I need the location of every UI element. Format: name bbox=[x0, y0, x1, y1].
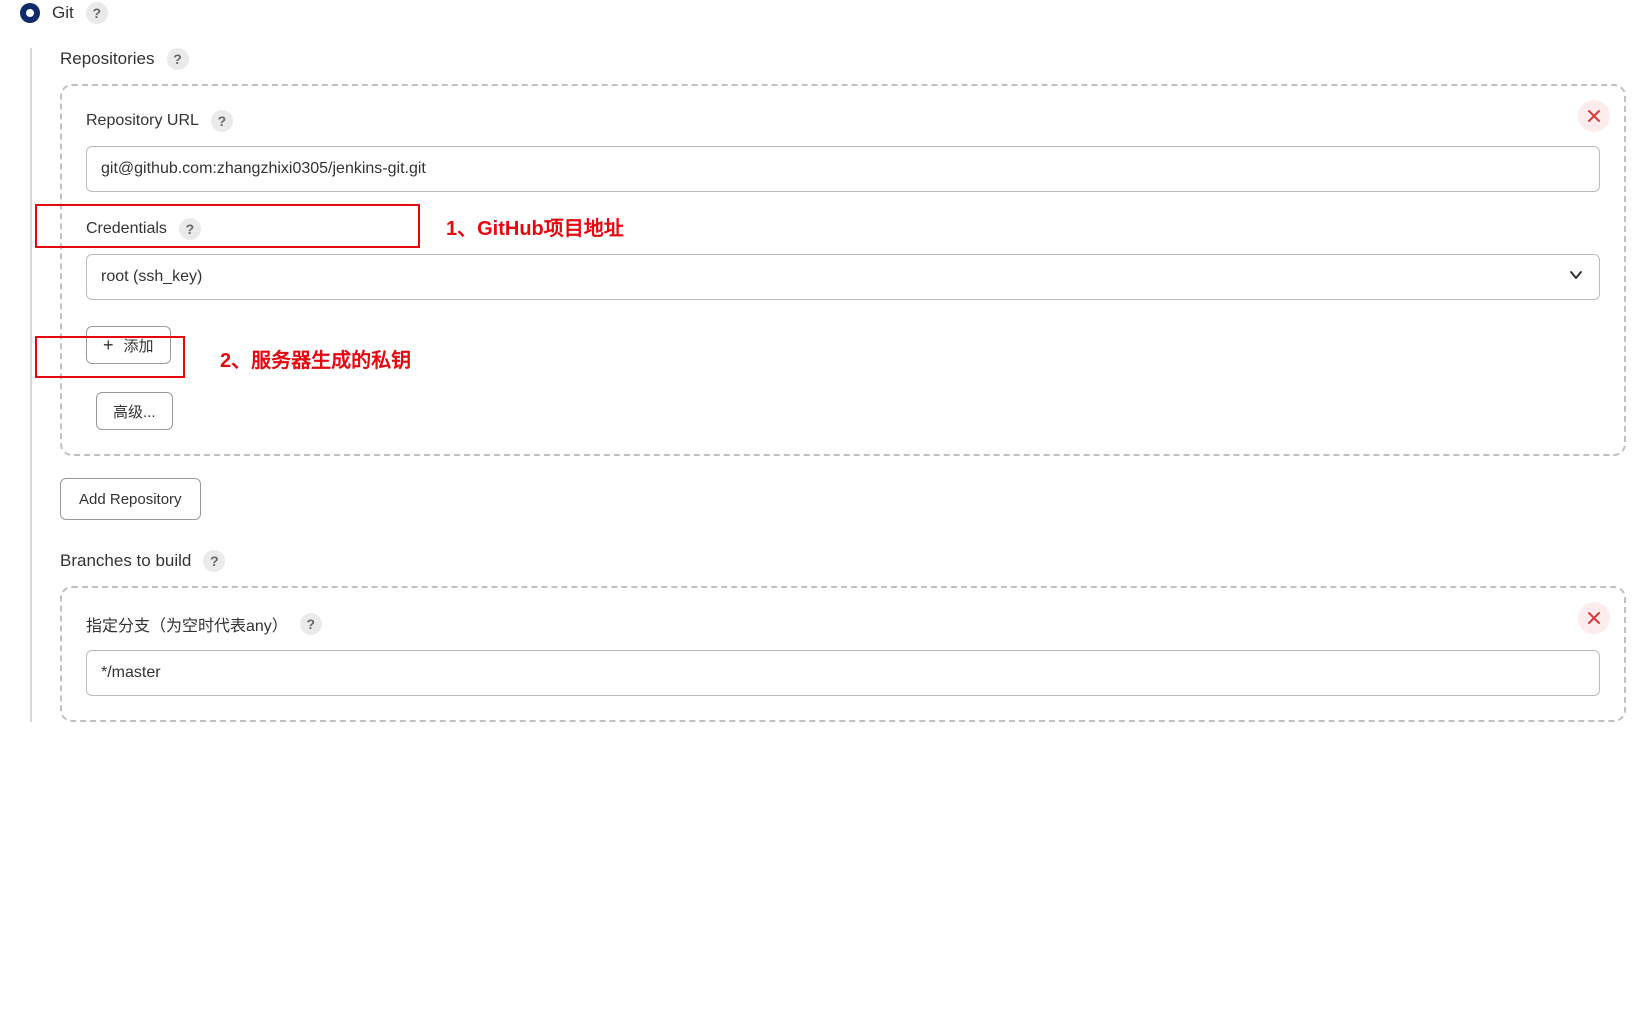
advanced-button[interactable]: 高级... bbox=[96, 392, 173, 430]
remove-branch-button[interactable] bbox=[1578, 602, 1610, 634]
credentials-select[interactable]: root (ssh_key) bbox=[86, 254, 1600, 300]
repositories-section-label: Repositories ? bbox=[60, 48, 1626, 70]
help-icon[interactable]: ? bbox=[211, 110, 233, 132]
help-icon[interactable]: ? bbox=[86, 2, 108, 24]
chevron-down-icon bbox=[1567, 266, 1585, 289]
remove-repository-button[interactable] bbox=[1578, 100, 1610, 132]
repository-url-label: Repository URL bbox=[86, 112, 199, 130]
help-icon[interactable]: ? bbox=[167, 48, 189, 70]
repository-url-input[interactable] bbox=[86, 146, 1600, 192]
scm-git-radio-row[interactable]: Git ? bbox=[20, 0, 1626, 24]
help-icon[interactable]: ? bbox=[203, 550, 225, 572]
scm-git-label: Git bbox=[52, 3, 74, 23]
plus-icon: + bbox=[103, 335, 114, 356]
credentials-selected-value: root (ssh_key) bbox=[101, 268, 202, 286]
add-credentials-button[interactable]: + 添加 bbox=[86, 326, 171, 364]
help-icon[interactable]: ? bbox=[300, 613, 322, 635]
credentials-label: Credentials bbox=[86, 220, 167, 238]
branch-specifier-label: 指定分支（为空时代表any） bbox=[86, 612, 288, 636]
help-icon[interactable]: ? bbox=[179, 218, 201, 240]
branch-config-box: 指定分支（为空时代表any） ? bbox=[60, 586, 1626, 722]
repository-config-box: Repository URL ? Credentials ? root (ssh… bbox=[60, 84, 1626, 456]
close-icon bbox=[1587, 611, 1601, 625]
radio-selected-icon bbox=[20, 3, 40, 23]
add-repository-button[interactable]: Add Repository bbox=[60, 478, 201, 520]
close-icon bbox=[1587, 109, 1601, 123]
branch-specifier-input[interactable] bbox=[86, 650, 1600, 696]
branches-section-label: Branches to build ? bbox=[60, 550, 1626, 572]
